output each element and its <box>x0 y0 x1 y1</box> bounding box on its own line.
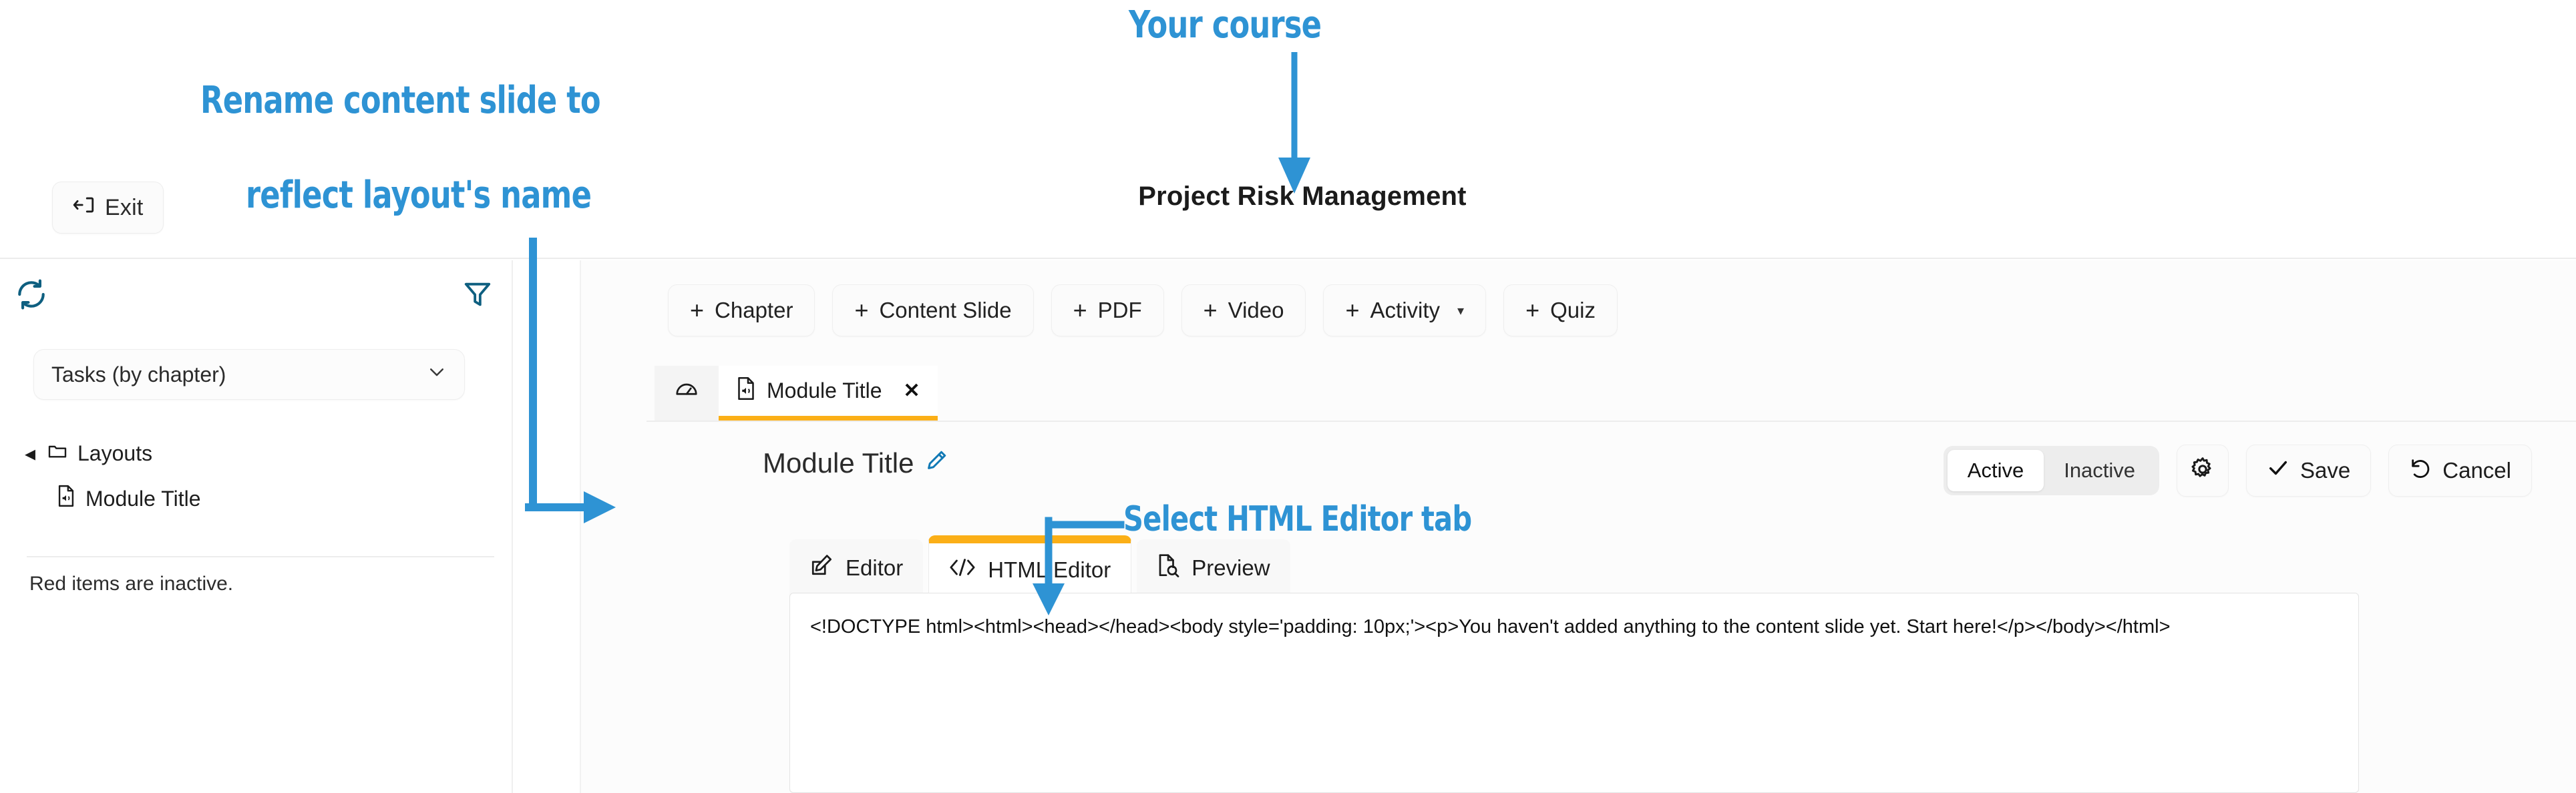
refresh-icon[interactable] <box>15 278 48 314</box>
add-button-label: Video <box>1228 298 1284 322</box>
add-button-label: PDF <box>1097 298 1142 322</box>
exit-button-label: Exit <box>105 194 144 220</box>
pencil-edit-icon[interactable] <box>924 447 948 479</box>
add-video-button[interactable]: + Video <box>1181 284 1306 336</box>
page-title: Module Title <box>763 447 948 479</box>
sidebar-divider <box>27 556 494 557</box>
tab-preview[interactable]: Preview <box>1137 539 1290 597</box>
caret-expanded-icon[interactable]: ◂ <box>23 441 37 466</box>
tree-item-module-title[interactable]: Module Title <box>0 476 513 521</box>
status-inactive-option[interactable]: Inactive <box>2044 450 2155 491</box>
task-grouping-value: Tasks (by chapter) <box>51 362 226 386</box>
cancel-button-label: Cancel <box>2442 458 2511 483</box>
status-active-option[interactable]: Active <box>1947 450 2044 491</box>
status-toggle[interactable]: Active Inactive <box>1943 446 2160 495</box>
save-button-label: Save <box>2300 458 2351 483</box>
cancel-button[interactable]: Cancel <box>2388 445 2532 497</box>
tab-label: Module Title <box>767 378 882 403</box>
editor-tab-bar: Editor HTML Editor Preview <box>789 535 1290 597</box>
folder-icon <box>47 440 68 467</box>
gear-icon <box>2189 456 2216 486</box>
content-tree: ◂ Layouts Module Title <box>0 431 513 521</box>
document-tab-bar: Module Title ✕ <box>655 366 938 421</box>
tab-dashboard[interactable] <box>655 366 719 421</box>
add-pdf-button[interactable]: + PDF <box>1051 284 1164 336</box>
plus-icon: + <box>690 296 705 324</box>
document-tab-underline <box>647 421 2576 422</box>
task-grouping-select[interactable]: Tasks (by chapter) <box>33 349 465 400</box>
plus-icon: + <box>1345 296 1360 324</box>
add-activity-button[interactable]: + Activity ▾ <box>1323 284 1487 336</box>
add-content-slide-button[interactable]: + Content Slide <box>832 284 1034 336</box>
add-quiz-button[interactable]: + Quiz <box>1503 284 1618 336</box>
plus-icon: + <box>1073 296 1087 324</box>
dashboard-gauge-icon <box>675 376 699 406</box>
tree-item-label: Layouts <box>77 441 153 465</box>
tree-item-layouts[interactable]: ◂ Layouts <box>0 431 513 476</box>
plus-icon: + <box>1203 296 1218 324</box>
plus-icon: + <box>1525 296 1540 324</box>
add-content-toolbar: + Chapter + Content Slide + PDF + Video … <box>668 284 1618 336</box>
exit-arrow-icon <box>73 194 96 222</box>
chevron-down-icon[interactable]: ▾ <box>1457 302 1464 319</box>
undo-icon <box>2409 457 2432 485</box>
sidebar-icon-bar <box>0 260 513 327</box>
slide-file-icon <box>56 485 76 513</box>
slide-file-icon <box>736 376 756 406</box>
settings-button[interactable] <box>2177 445 2229 497</box>
close-icon[interactable]: ✕ <box>904 379 920 403</box>
tree-item-label: Module Title <box>85 486 201 511</box>
filter-icon[interactable] <box>462 279 493 313</box>
document-search-icon <box>1157 553 1179 583</box>
top-bar: Exit Project Risk Management <box>0 0 2576 259</box>
tab-html-editor[interactable]: HTML Editor <box>928 535 1132 597</box>
check-icon <box>2267 457 2289 485</box>
add-chapter-button[interactable]: + Chapter <box>668 284 815 336</box>
pencil-square-icon <box>809 553 834 583</box>
slide-title-row: Module Title Active Inactive Save Cancel <box>581 435 2576 509</box>
plus-icon: + <box>854 296 869 324</box>
exit-button[interactable]: Exit <box>52 182 164 234</box>
app-root: Exit Project Risk Management Tasks (by c… <box>0 0 2576 793</box>
chevron-down-icon <box>427 362 447 387</box>
code-brackets-icon <box>949 557 976 583</box>
editor-tab-label: Preview <box>1191 555 1270 580</box>
sidebar: Tasks (by chapter) ◂ Layouts Module Titl… <box>0 260 513 793</box>
tab-module-title[interactable]: Module Title ✕ <box>719 366 938 421</box>
add-button-label: Activity <box>1370 298 1441 322</box>
content-panel: + Chapter + Content Slide + PDF + Video … <box>580 260 2576 793</box>
main-area: + Chapter + Content Slide + PDF + Video … <box>514 260 2576 793</box>
html-code-input[interactable]: <!DOCTYPE html><html><head></head><body … <box>789 593 2359 793</box>
add-button-label: Quiz <box>1550 298 1596 322</box>
add-button-label: Content Slide <box>879 298 1012 322</box>
editor-tab-label: Editor <box>846 555 904 580</box>
editor-tab-label: HTML Editor <box>988 557 1111 582</box>
add-button-label: Chapter <box>715 298 793 322</box>
sidebar-legend-note: Red items are inactive. <box>29 573 234 595</box>
save-button[interactable]: Save <box>2246 445 2372 497</box>
slide-action-bar: Active Inactive Save Cancel <box>1943 445 2532 497</box>
tab-editor[interactable]: Editor <box>789 539 924 597</box>
course-title: Project Risk Management <box>1138 182 1467 211</box>
slide-title-text: Module Title <box>763 447 914 479</box>
